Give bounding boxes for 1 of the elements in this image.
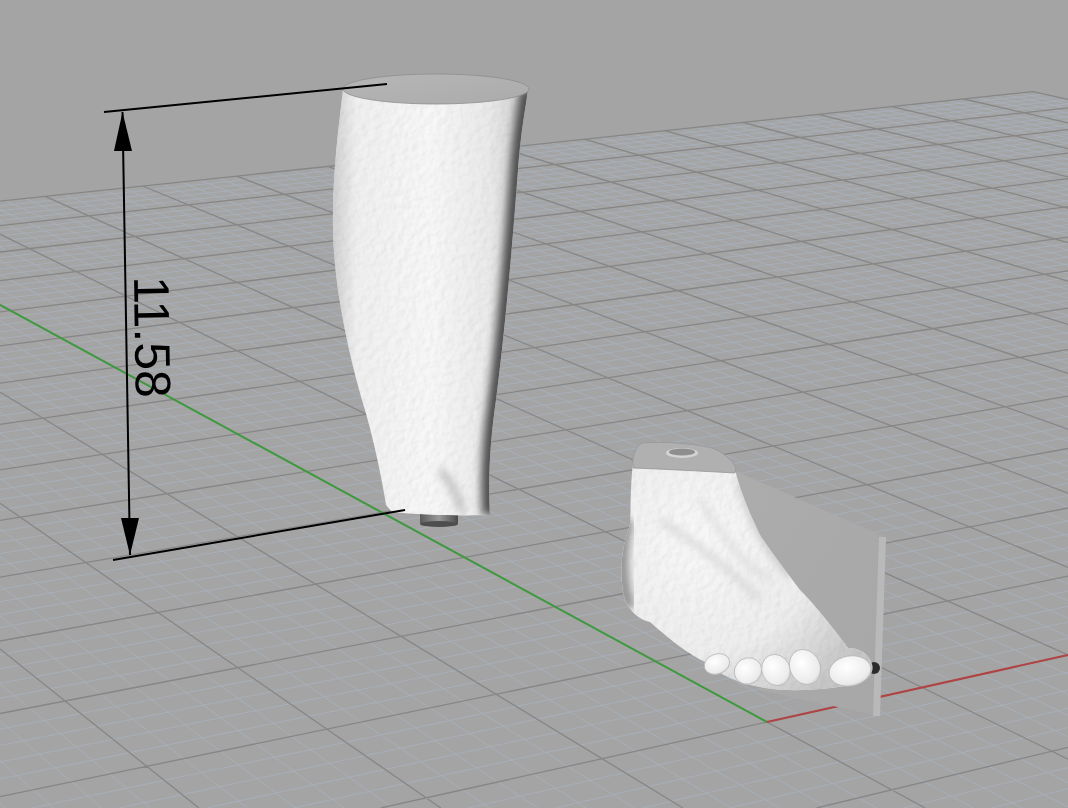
- dimension-label: 11.58: [130, 275, 174, 399]
